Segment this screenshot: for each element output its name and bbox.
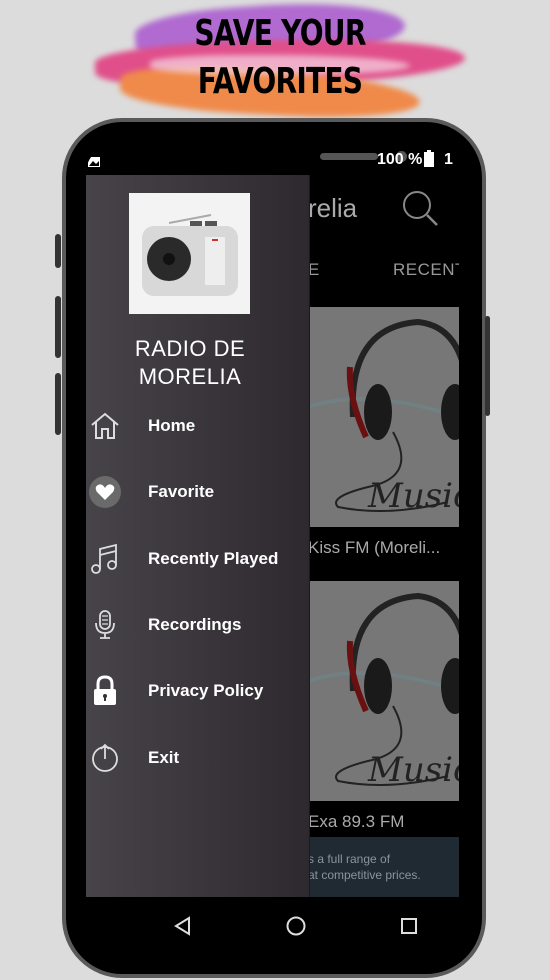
- ad-banner[interactable]: s a full range of at competitive prices.: [308, 837, 459, 897]
- drawer-item-recordings[interactable]: Recordings: [86, 600, 310, 650]
- svg-text:Music: Music: [367, 476, 459, 516]
- power-icon: [88, 741, 122, 775]
- promo-banner: SAVE YOUR FAVORITES: [90, 0, 470, 123]
- volume-down-button: [55, 373, 61, 435]
- drawer-item-label: Exit: [148, 748, 180, 767]
- android-navbar: [86, 897, 459, 957]
- ad-text: s a full range of: [308, 852, 391, 866]
- app-name-line-1: RADIO DE: [134, 336, 246, 361]
- navigation-drawer: RADIO DE MORELIA Home Favorite Recently …: [86, 175, 310, 897]
- drawer-item-label: Privacy Policy: [148, 681, 264, 700]
- radio-icon: [142, 214, 238, 296]
- power-button: [485, 316, 490, 416]
- banner-line-1: SAVE YOUR: [194, 13, 366, 54]
- drawer-item-recently-played[interactable]: Recently Played: [86, 534, 310, 584]
- tab-recent[interactable]: RECENT: [393, 260, 459, 280]
- station-name[interactable]: Exa 89.3 FM: [308, 812, 404, 832]
- headphones-artwork: Music: [308, 318, 459, 516]
- drawer-item-label: Recordings: [148, 615, 242, 634]
- nav-back-button[interactable]: [168, 911, 198, 941]
- battery-icon: [424, 150, 434, 167]
- svg-text:Music: Music: [367, 750, 459, 790]
- volume-up-button: [55, 296, 61, 358]
- phone-screen: 100 % 1 relia E RECENT Music Kiss FM (Mo…: [86, 145, 459, 897]
- station-card[interactable]: Music: [308, 581, 459, 801]
- home-circle-icon: [286, 916, 306, 936]
- music-note-icon: [88, 542, 122, 576]
- app-name-line-2: MORELIA: [138, 364, 242, 389]
- ad-text: at competitive prices.: [308, 868, 421, 882]
- notification-image-icon: [88, 157, 100, 167]
- app-logo: [129, 193, 250, 314]
- drawer-item-label: Favorite: [148, 482, 215, 501]
- microphone-icon: [88, 608, 122, 642]
- banner-headline: SAVE YOUR FAVORITES: [132, 10, 428, 106]
- station-name[interactable]: Kiss FM (Moreli...: [308, 538, 440, 558]
- status-bar: 100 % 1: [86, 145, 459, 175]
- back-triangle-icon: [174, 916, 190, 936]
- clock: 1: [444, 151, 453, 168]
- recents-square-icon: [401, 918, 417, 934]
- drawer-item-label: Recently Played: [148, 549, 279, 568]
- nav-home-button[interactable]: [281, 911, 311, 941]
- app-title: relia: [308, 193, 358, 223]
- battery-percent: 100 %: [377, 151, 423, 168]
- home-icon: [88, 409, 122, 443]
- drawer-item-privacy-policy[interactable]: Privacy Policy: [86, 666, 310, 716]
- drawer-item-exit[interactable]: Exit: [86, 733, 310, 783]
- station-card[interactable]: Music: [308, 307, 459, 527]
- phone-side-button: [55, 234, 61, 268]
- nav-recents-button[interactable]: [394, 911, 424, 941]
- banner-line-2: FAVORITES: [197, 61, 363, 102]
- drawer-item-favorite[interactable]: Favorite: [86, 467, 310, 517]
- speaker-grille: [320, 153, 378, 160]
- heart-icon: [88, 475, 122, 509]
- search-icon[interactable]: [401, 189, 441, 229]
- drawer-item-home[interactable]: Home: [86, 401, 310, 451]
- headphones-artwork: Music: [308, 592, 459, 790]
- lock-icon: [88, 674, 122, 708]
- drawer-item-label: Home: [148, 416, 196, 435]
- notch: [166, 145, 407, 175]
- drawer-app-name: RADIO DE MORELIA: [86, 335, 294, 391]
